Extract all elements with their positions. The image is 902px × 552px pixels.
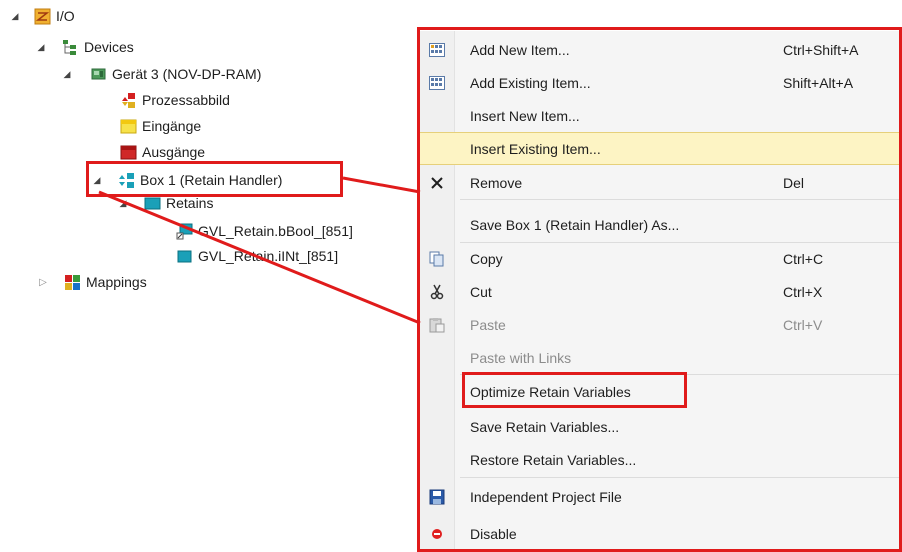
io-folder-icon bbox=[34, 8, 51, 25]
tree-item-prozessabbild[interactable]: Prozessabbild bbox=[120, 89, 230, 111]
devices-icon bbox=[62, 39, 79, 56]
collapsed-arrow-icon[interactable]: ▷ bbox=[38, 277, 48, 288]
inputs-icon bbox=[120, 118, 137, 135]
tree-item-io[interactable]: ◢ I/O bbox=[10, 5, 75, 27]
tree-label-prozessabbild: Prozessabbild bbox=[142, 92, 230, 108]
device-card-icon bbox=[90, 66, 107, 83]
annotation-box-menu bbox=[417, 27, 902, 552]
expanded-arrow-icon[interactable]: ◢ bbox=[118, 198, 128, 208]
retains-icon bbox=[144, 195, 161, 212]
tree-label-io: I/O bbox=[56, 8, 75, 24]
tree-item-var2[interactable]: GVL_Retain.iINt_[851] bbox=[176, 245, 338, 267]
annotation-box-optimize bbox=[462, 372, 687, 408]
tree-item-devices[interactable]: ◢ Devices bbox=[36, 36, 134, 58]
process-image-icon bbox=[120, 92, 137, 109]
variable-link-icon bbox=[176, 223, 193, 240]
tree-item-eingaenge[interactable]: Eingänge bbox=[120, 115, 201, 137]
tree-item-mappings[interactable]: ▷ Mappings bbox=[38, 271, 147, 293]
tree-label-ausgaenge: Ausgänge bbox=[142, 144, 206, 160]
tree-label-geraet: Gerät 3 (NOV-DP-RAM) bbox=[112, 66, 262, 82]
expanded-arrow-icon[interactable]: ◢ bbox=[62, 69, 72, 79]
variable-icon bbox=[176, 248, 193, 265]
annotation-line-top bbox=[342, 176, 421, 194]
tree-label-eingaenge: Eingänge bbox=[142, 118, 202, 134]
expanded-arrow-icon[interactable]: ◢ bbox=[10, 11, 20, 21]
tree-label-var2: GVL_Retain.iINt_[851] bbox=[198, 248, 339, 264]
tree-item-ausgaenge[interactable]: Ausgänge bbox=[120, 141, 205, 163]
tree-label-devices: Devices bbox=[84, 39, 134, 55]
tree-label-retains: Retains bbox=[166, 195, 214, 211]
tree-label-var1: GVL_Retain.bBool_[851] bbox=[198, 223, 353, 239]
mappings-icon bbox=[64, 274, 81, 291]
expanded-arrow-icon[interactable]: ◢ bbox=[36, 42, 46, 52]
tree-item-var1[interactable]: GVL_Retain.bBool_[851] bbox=[176, 220, 353, 242]
tree-item-geraet[interactable]: ◢ Gerät 3 (NOV-DP-RAM) bbox=[62, 63, 262, 85]
tree-label-mappings: Mappings bbox=[86, 274, 147, 290]
annotation-box-tree-item bbox=[86, 161, 343, 197]
outputs-icon bbox=[120, 144, 137, 161]
